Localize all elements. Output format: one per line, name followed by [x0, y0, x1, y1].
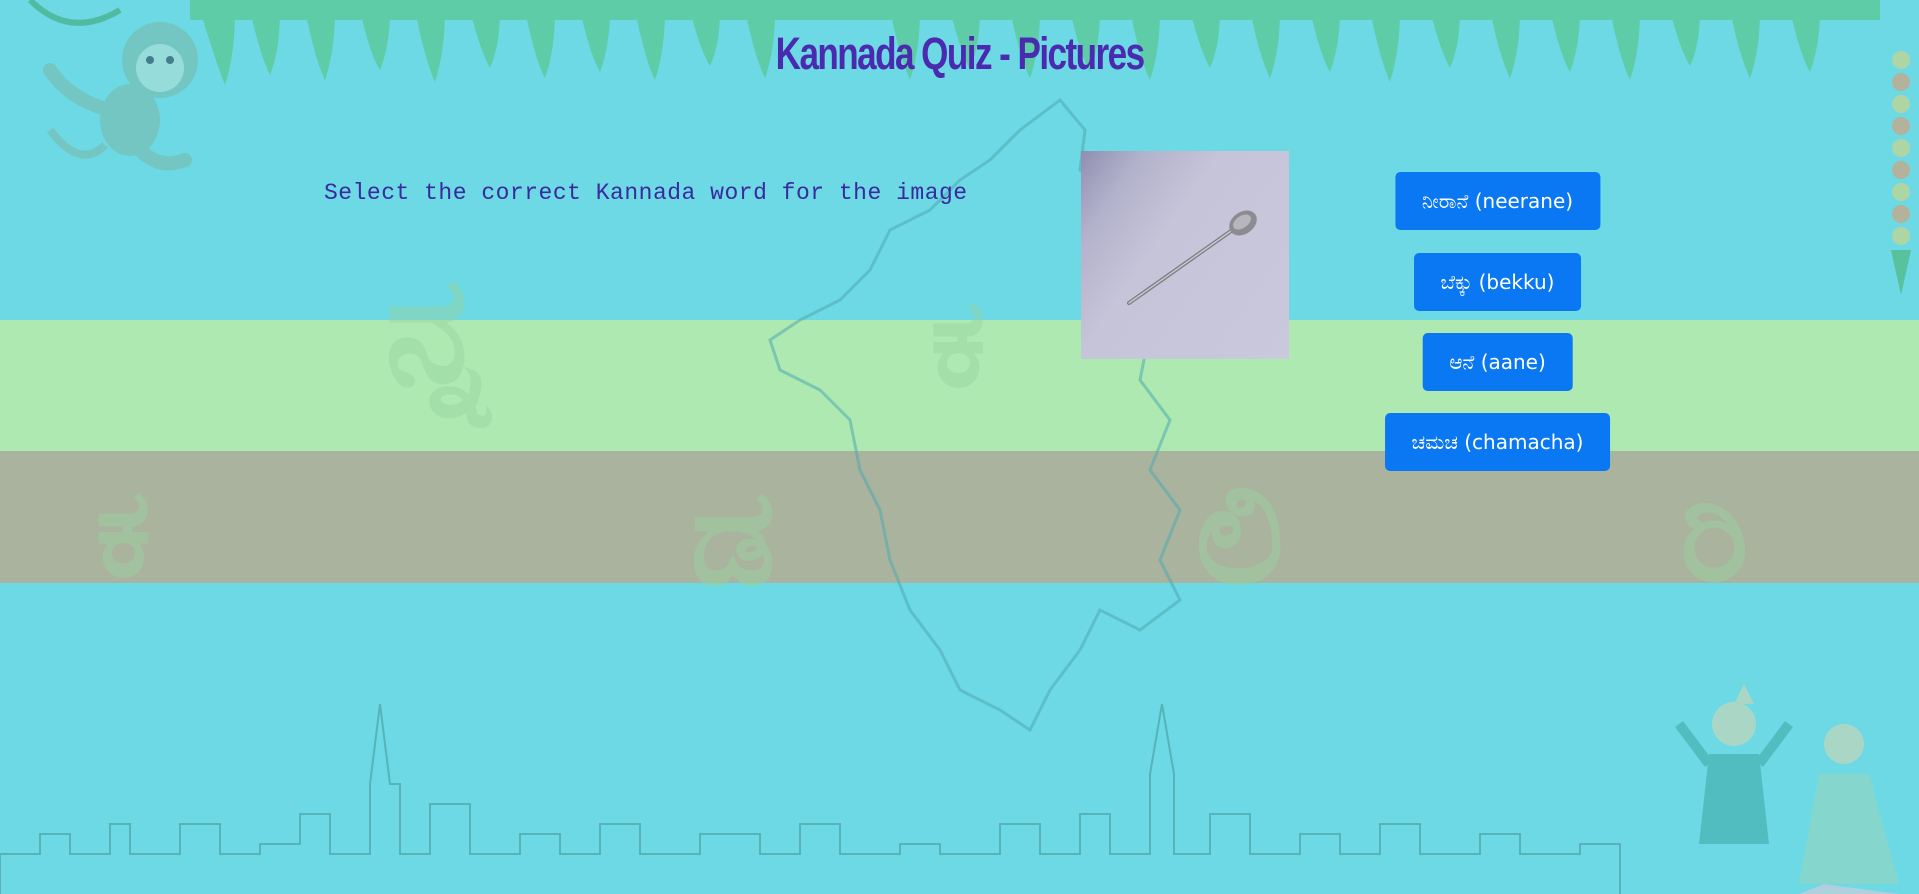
- background: ನ್ನ ಕ ಕ ಡ ಲಿ ರಿ: [0, 0, 1919, 894]
- monkey-illustration: [27, 0, 198, 171]
- option-button-bekku[interactable]: ಬೆಕ್ಕು (bekku): [1413, 253, 1582, 311]
- quiz-image: [1081, 151, 1289, 359]
- option-button-neerane[interactable]: ನೀರಾನೆ (neerane): [1394, 172, 1601, 230]
- option-button-aane[interactable]: ಆನೆ (aane): [1422, 333, 1573, 391]
- background-glyph: ಕ: [930, 270, 987, 415]
- background-glyph: ಲಿ: [1195, 453, 1285, 616]
- question-prompt: Select the correct Kannada word for the …: [324, 180, 968, 206]
- spoon-icon: [1127, 210, 1257, 305]
- page-title: Kannada Quiz - Pictures: [775, 28, 1145, 79]
- background-glyph: ರಿ: [1680, 459, 1749, 611]
- option-button-chamacha[interactable]: ಚಮಚ (chamacha): [1384, 413, 1611, 471]
- background-glyph: ನ್ನ: [385, 243, 489, 417]
- city-skyline-illustration: [0, 704, 1621, 894]
- background-band-tan: [0, 451, 1919, 583]
- flower-garland: [1891, 51, 1911, 295]
- dancers-illustration: [1675, 684, 1899, 894]
- background-glyph: ಡ: [690, 459, 776, 616]
- background-band-green: [0, 320, 1919, 451]
- background-glyph: ಕ: [95, 460, 152, 605]
